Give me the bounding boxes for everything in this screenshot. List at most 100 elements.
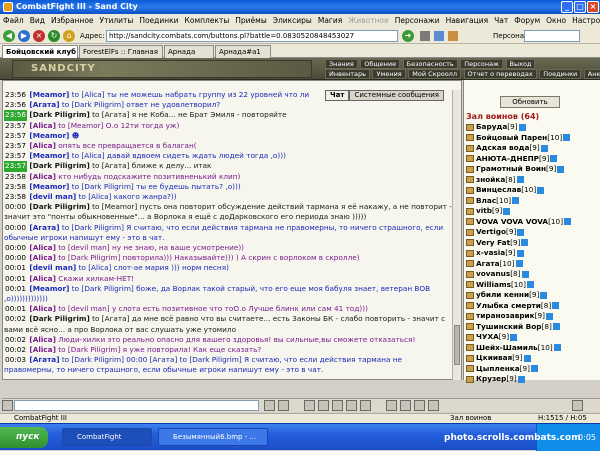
player-row[interactable]: Vertigo[9] [464,227,600,238]
player-row[interactable]: убили кенни[9] [464,290,600,301]
player-row[interactable]: vovanus[8] [464,269,600,280]
maximize-button[interactable]: □ [574,1,586,13]
tab-fight-club[interactable]: Бойцовский клуб [2,45,78,58]
chat-nick[interactable]: [Dark Piligrim] [29,314,89,323]
player-row[interactable]: Бойцовый Парен[10] [464,133,600,144]
menu-sets[interactable]: Комплекты [182,16,233,25]
player-row[interactable]: Адская вода[9] [464,143,600,154]
player-row[interactable]: Винцеслав[10] [464,185,600,196]
menu-skills[interactable]: Приёмы [232,16,269,25]
chat-time[interactable]: 23:56 [4,90,27,100]
player-name[interactable]: АНЮТА-ДНЕПР [476,154,539,163]
info-icon[interactable] [522,271,529,278]
info-icon[interactable] [550,155,557,162]
nav-character[interactable]: Персонаж [460,59,503,69]
info-icon[interactable] [521,239,528,246]
chat-nick[interactable]: [Meamor] [29,90,69,99]
chat-time[interactable]: 23:56 [4,100,27,110]
nav-profile[interactable]: Анкета [584,69,600,79]
chat-scrollbar[interactable] [452,90,461,380]
menu-battles[interactable]: Поединки [136,16,181,25]
player-name[interactable]: тиранозаврик [476,311,535,320]
chat-nick[interactable]: [devil man] [29,192,76,201]
menu-characters[interactable]: Персонажи [392,16,443,25]
tab-arnada-a1[interactable]: Арнада#a1 [215,45,271,58]
player-row[interactable]: Крузер[9] [464,374,600,385]
info-icon[interactable] [541,145,548,152]
info-icon[interactable] [516,260,523,267]
tab-chat[interactable]: Чат [325,90,349,101]
chat-time[interactable]: 00:00 [4,223,27,233]
player-name[interactable]: Very Fat [476,238,510,247]
info-icon[interactable] [519,124,526,131]
menu-favorites[interactable]: Избранное [48,16,97,25]
menu-window[interactable]: Окно [543,16,569,25]
nav-skills[interactable]: Умения [372,69,405,79]
info-icon[interactable] [527,281,534,288]
tab-forest-elfs[interactable]: ForestElFs :: Главная [79,45,163,58]
chat-time[interactable]: 23:57 [4,121,27,131]
chat-time[interactable]: 00:01 [4,284,27,294]
chat-nick[interactable]: [Alica] [29,141,56,150]
player-name[interactable]: ЧУХА [476,332,499,341]
chat-nick[interactable]: [Alica] [29,274,56,283]
player-row[interactable]: Шейх-Шамиль[10] [464,343,600,354]
chat-time[interactable]: 00:01 [4,274,27,284]
player-name[interactable]: Винцеслав [476,185,521,194]
nav-communication[interactable]: Общение [360,59,400,69]
smiles-icon[interactable] [400,400,411,411]
info-icon[interactable] [524,355,531,362]
chat-time[interactable]: 23:58 [4,182,27,192]
info-icon[interactable] [553,323,560,330]
player-row[interactable]: x-vasia[9] [464,248,600,259]
chat-nick[interactable]: [devil man] [29,263,76,272]
refresh-icon[interactable]: ↻ [48,30,60,42]
player-name[interactable]: Улыбка смерти [476,301,541,310]
forward-arrow-icon[interactable]: ▶ [18,30,30,42]
chat-time[interactable]: 00:01 [4,263,27,273]
info-icon[interactable] [503,208,510,215]
start-button[interactable]: пуск [0,427,48,448]
player-row[interactable]: Агата[10] [464,259,600,270]
chat-nick[interactable]: [Dark Piligrim] [29,161,89,170]
player-row[interactable]: VOVA VOVA VOVA[10] [464,217,600,228]
chat-time[interactable]: 00:00 [4,202,27,212]
info-icon[interactable] [546,313,553,320]
player-name[interactable]: Баруда [476,122,507,131]
nav-battles[interactable]: Поединки [539,69,581,79]
chat-nick[interactable]: [Alica] [29,253,56,262]
menu-elixirs[interactable]: Эликсиры [270,16,315,25]
settings-icon[interactable] [428,400,439,411]
info-icon[interactable] [510,334,517,341]
scroll-thumb[interactable] [454,325,460,365]
log-icon[interactable] [414,400,425,411]
close-button[interactable]: × [587,1,599,13]
clear-icon[interactable] [278,400,289,411]
window-titlebar[interactable]: CombatFight III - Sand City _ □ × [0,0,600,14]
stop-icon[interactable]: × [33,30,45,42]
chat-time[interactable]: 00:03 [4,355,27,365]
address-input[interactable]: http://sandcity.combats.com/buttons.pl?b… [106,30,398,42]
minimize-button[interactable]: _ [561,1,573,13]
chat-nick[interactable]: [Агата] [29,100,59,109]
chat-time[interactable]: 00:00 [4,243,27,253]
chat-time[interactable]: 00:01 [4,304,27,314]
info-icon[interactable] [563,134,570,141]
player-row[interactable]: Баруда[9] [464,122,600,133]
chat-time[interactable]: 23:58 [4,192,27,202]
chat-nick[interactable]: [Meamor] [29,182,69,191]
send-icon[interactable] [264,400,275,411]
menu-file[interactable]: Файл [0,16,27,25]
chat-time[interactable]: 23:57 [4,151,27,161]
person-input[interactable] [524,30,580,42]
chat-input[interactable] [14,400,259,411]
chat-nick[interactable]: [Meamor] [29,131,69,140]
player-row[interactable]: АНЮТА-ДНЕПР[9] [464,154,600,165]
chat-nick[interactable]: [Dark Piligrim] [29,202,89,211]
nav-transfer-report[interactable]: Отчет о переводах [464,69,537,79]
menu-forum[interactable]: Форум [511,16,543,25]
player-name[interactable]: Агата [476,259,500,268]
player-row[interactable]: Цыпленка[9] [464,364,600,375]
private-icon[interactable] [318,400,329,411]
chat-nick[interactable]: [Alica] [29,121,56,130]
